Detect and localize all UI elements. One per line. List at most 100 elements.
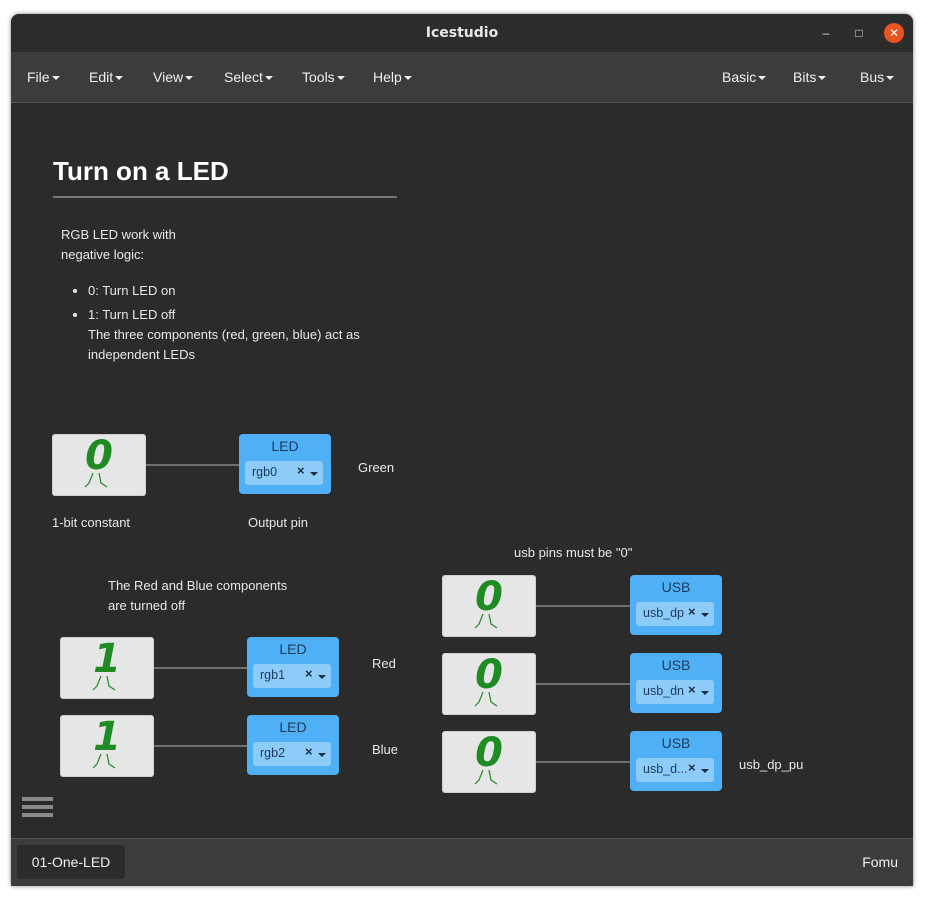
title-bar: Icestudio – □ ✕ bbox=[11, 14, 913, 52]
wire[interactable] bbox=[146, 464, 240, 466]
pin-select[interactable]: usb_dp × bbox=[636, 602, 714, 626]
wire[interactable] bbox=[536, 761, 630, 763]
pin-name-usb-dp-pu: usb_dp_pu bbox=[739, 757, 804, 772]
pin-label: LED bbox=[279, 641, 307, 657]
maximize-icon[interactable]: □ bbox=[849, 23, 869, 43]
constant-block-green[interactable]: 0 bbox=[52, 433, 146, 496]
wire[interactable] bbox=[536, 683, 630, 685]
menu-file[interactable]: File bbox=[27, 69, 60, 85]
chevron-down-icon bbox=[51, 76, 60, 81]
clear-icon[interactable]: × bbox=[688, 682, 696, 697]
chevron-down-icon bbox=[818, 76, 827, 81]
rb-note-line-2: are turned off bbox=[108, 598, 186, 613]
chevron-down-icon[interactable] bbox=[318, 675, 326, 679]
walker-legs-icon bbox=[92, 754, 116, 769]
menu-bits[interactable]: Bits bbox=[793, 69, 827, 85]
design-canvas[interactable]: Turn on a LED RGB LED work with negative… bbox=[11, 103, 913, 838]
pin-label: LED bbox=[271, 438, 299, 454]
walker-legs-icon bbox=[474, 614, 498, 629]
menu-bus[interactable]: Bus bbox=[860, 69, 895, 85]
pin-name-blue: Blue bbox=[372, 742, 399, 757]
menu-file-label: File bbox=[27, 69, 50, 85]
walker-legs-icon bbox=[84, 473, 108, 488]
status-bar: 01-One-LED Fomu bbox=[11, 838, 913, 886]
menu-help-label: Help bbox=[373, 69, 402, 85]
tab-01-one-led[interactable]: 01-One-LED bbox=[17, 845, 125, 879]
note-bullet-1: 0: Turn LED on bbox=[88, 283, 176, 298]
chevron-down-icon bbox=[336, 76, 345, 81]
walker-legs-icon bbox=[474, 692, 498, 707]
window-title: Icestudio bbox=[425, 25, 499, 41]
chevron-down-icon bbox=[264, 76, 273, 81]
clear-icon[interactable]: × bbox=[305, 744, 313, 759]
pin-select[interactable]: rgb0 × bbox=[245, 461, 323, 485]
menu-select[interactable]: Select bbox=[224, 69, 273, 85]
clear-icon[interactable]: × bbox=[297, 463, 305, 478]
pin-value: rgb0 bbox=[252, 465, 278, 479]
hamburger-menu-icon[interactable] bbox=[22, 797, 53, 825]
chevron-down-icon[interactable] bbox=[701, 691, 709, 695]
output-pin-usb-dp[interactable]: USB usb_dp × bbox=[630, 575, 722, 635]
menu-help[interactable]: Help bbox=[373, 69, 412, 85]
wire[interactable] bbox=[154, 745, 248, 747]
pin-label: USB bbox=[661, 657, 691, 673]
menu-edit[interactable]: Edit bbox=[89, 69, 124, 85]
menu-tools-label: Tools bbox=[302, 69, 335, 85]
chevron-down-icon bbox=[403, 76, 412, 81]
pin-label: USB bbox=[661, 735, 691, 751]
output-pin-red[interactable]: LED rgb1 × bbox=[247, 637, 339, 697]
pin-select[interactable]: rgb2 × bbox=[253, 742, 331, 766]
constant-block-red[interactable]: 1 bbox=[60, 636, 154, 699]
chevron-down-icon[interactable] bbox=[701, 769, 709, 773]
clear-icon[interactable]: × bbox=[305, 666, 313, 681]
menu-view[interactable]: View bbox=[153, 69, 194, 85]
pin-select[interactable]: rgb1 × bbox=[253, 664, 331, 688]
clear-icon[interactable]: × bbox=[688, 604, 696, 619]
chevron-down-icon[interactable] bbox=[701, 613, 709, 617]
menu-edit-label: Edit bbox=[89, 69, 114, 85]
intro-line-2: negative logic: bbox=[61, 247, 145, 262]
pin-label: LED bbox=[279, 719, 307, 735]
menu-bits-label: Bits bbox=[793, 69, 817, 85]
page-title: Turn on a LED bbox=[53, 156, 229, 186]
menu-tools[interactable]: Tools bbox=[302, 69, 345, 85]
chevron-down-icon bbox=[758, 76, 767, 81]
pin-value: rgb1 bbox=[260, 668, 286, 682]
output-pin-usb-dn[interactable]: USB usb_dn × bbox=[630, 653, 722, 713]
menu-bus-label: Bus bbox=[860, 69, 885, 85]
pin-name-green: Green bbox=[358, 460, 395, 475]
pin-select[interactable]: usb_dn × bbox=[636, 680, 714, 704]
pin-value: usb_dp bbox=[643, 606, 685, 620]
output-pin-usb-dp-pu[interactable]: USB usb_d... × bbox=[630, 731, 722, 791]
menu-basic-label: Basic bbox=[722, 69, 757, 85]
output-pin-blue[interactable]: LED rgb2 × bbox=[247, 715, 339, 775]
wire[interactable] bbox=[154, 667, 248, 669]
constant-block-usb-dp[interactable]: 0 bbox=[442, 574, 536, 637]
chevron-down-icon bbox=[115, 76, 124, 81]
minimize-icon[interactable]: – bbox=[816, 23, 836, 43]
wire[interactable] bbox=[536, 605, 630, 607]
board-name[interactable]: Fomu bbox=[862, 854, 898, 870]
constant-block-usb-dp-pu[interactable]: 0 bbox=[442, 730, 536, 793]
menu-bar: File Edit View Select Tools Help Basic B… bbox=[11, 52, 913, 103]
chevron-down-icon bbox=[185, 76, 194, 81]
menu-basic[interactable]: Basic bbox=[722, 69, 767, 85]
note-bullet-2-line-2: The three components (red, green, blue) … bbox=[88, 327, 360, 342]
chevron-down-icon[interactable] bbox=[318, 753, 326, 757]
app-window: Icestudio – □ ✕ File Edit View Select To… bbox=[11, 14, 913, 886]
close-icon[interactable]: ✕ bbox=[884, 23, 904, 43]
pin-value: rgb2 bbox=[260, 746, 286, 760]
pin-select[interactable]: usb_d... × bbox=[636, 758, 714, 782]
menu-view-label: View bbox=[153, 69, 184, 85]
chevron-down-icon[interactable] bbox=[310, 472, 318, 476]
clear-icon[interactable]: × bbox=[688, 760, 696, 775]
output-caption: Output pin bbox=[248, 515, 308, 530]
list-item: 0: Turn LED on bbox=[88, 281, 408, 301]
menu-select-label: Select bbox=[224, 69, 263, 85]
constant-block-blue[interactable]: 1 bbox=[60, 714, 154, 777]
walker-legs-icon bbox=[92, 676, 116, 691]
constant-block-usb-dn[interactable]: 0 bbox=[442, 652, 536, 715]
chevron-down-icon bbox=[886, 76, 895, 81]
constant-caption: 1-bit constant bbox=[52, 515, 131, 530]
output-pin-green[interactable]: LED rgb0 × bbox=[239, 434, 331, 494]
